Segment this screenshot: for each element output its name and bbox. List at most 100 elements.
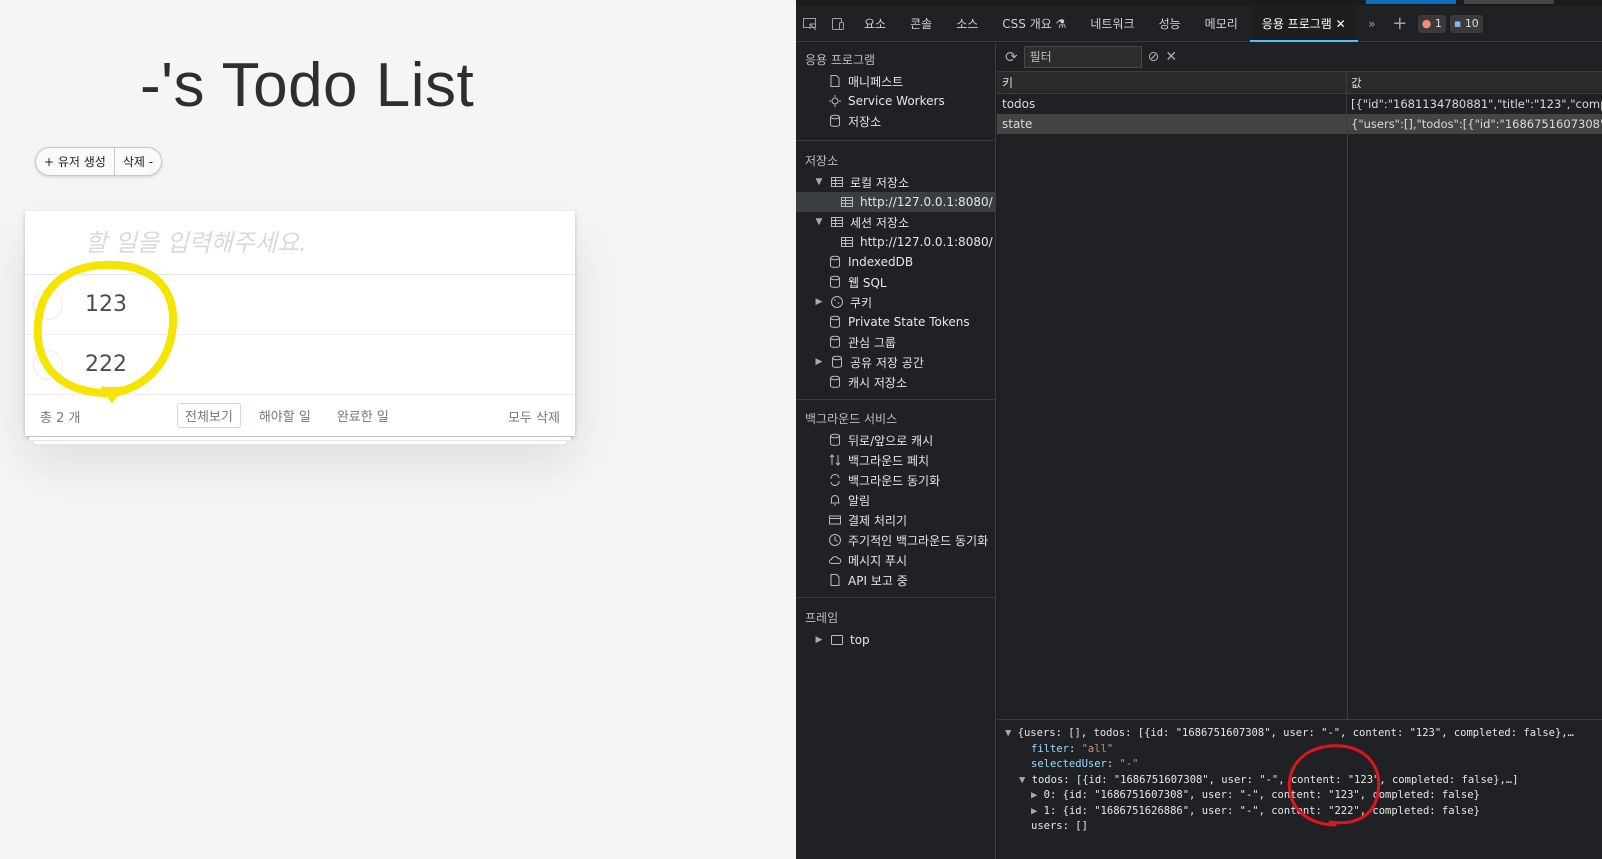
todo-toggle-checkbox[interactable] [33, 290, 63, 320]
preview-key: filter [1031, 742, 1069, 755]
sidebar-item-web-sql[interactable]: 웹 SQL [828, 272, 887, 292]
preview-value: "all" [1081, 742, 1114, 755]
sidebar-item-manifest[interactable]: 매니페스트 [828, 71, 903, 91]
create-user-button[interactable]: + 유저 생성 [36, 148, 114, 175]
sidebar-item-session-storage[interactable]: ▼ 세션 저장소 [814, 212, 909, 232]
filter-group: 전체보기 해야할 일 완료한 일 [177, 403, 397, 428]
tab-memory[interactable]: 메모리 [1193, 6, 1250, 42]
delete-user-button[interactable]: 삭제 - [115, 148, 161, 175]
tab-css-overview[interactable]: CSS 개요 ⚗ [990, 6, 1078, 42]
sidebar-item-background-sync[interactable]: 백그라운드 동기화 [828, 470, 940, 490]
filter-input[interactable] [1023, 46, 1142, 68]
row-value: {"users":[],"todos":[{"id":"168675160730… [1351, 117, 1602, 131]
sidebar-item-storage[interactable]: 저장소 [828, 111, 881, 131]
sidebar-item-label: 백그라운드 페치 [848, 453, 930, 468]
collapse-arrow-icon[interactable]: ▶ [814, 297, 824, 307]
window-tab-indicator [1464, 0, 1554, 4]
sidebar-item-cookies[interactable]: ▶ 쿠키 [814, 292, 873, 312]
filter-active[interactable]: 해야할 일 [251, 403, 319, 428]
sidebar-item-label: IndexedDB [848, 255, 914, 269]
sidebar-item-label: http://127.0.0.1:8080/ [860, 195, 993, 209]
add-tab-icon[interactable]: + [1386, 10, 1414, 38]
todo-app: -'s Todo List + 유저 생성 삭제 - 123 222 총 2 개… [0, 0, 796, 859]
database-icon [830, 433, 840, 446]
cookie-icon [831, 296, 843, 308]
clear-all-icon[interactable]: ⊘ [1148, 49, 1160, 65]
column-header-key[interactable]: 키 [997, 72, 1347, 93]
table-row[interactable]: state {"users":[],"todos":[{"id":"168675… [997, 114, 1602, 134]
preview-line: selectedUser: "-" [1031, 758, 1139, 770]
todo-count: 총 2 개 [40, 411, 81, 426]
filter-completed[interactable]: 완료한 일 [329, 403, 397, 428]
database-icon [832, 355, 842, 368]
tab-network[interactable]: 네트워크 [1078, 6, 1146, 42]
divider [796, 597, 996, 598]
preview-value: "-" [1119, 758, 1139, 770]
preview-line[interactable]: ▶ 0: {id: "1686751607308", user: "-", co… [997, 789, 1602, 805]
close-icon[interactable]: ✕ [1336, 17, 1346, 31]
table-row[interactable]: todos [{"id":"1681134780881","title":"12… [997, 94, 1602, 114]
message-count-badge[interactable]: ▪ 10 [1449, 14, 1483, 33]
sidebar-item-shared-storage[interactable]: ▶ 공유 저장 공간 [814, 352, 924, 372]
todo-item: 222 [25, 335, 575, 395]
inspect-element-icon[interactable] [796, 10, 824, 38]
collapse-arrow-icon[interactable]: ▶ [814, 635, 824, 645]
sidebar-item-background-fetch[interactable]: 백그라운드 페치 [828, 450, 929, 470]
devtools-panel: 요소 콘솔 소스 CSS 개요 ⚗ 네트워크 성능 메모리 응용 프로그램 ✕ … [796, 0, 1602, 859]
expand-arrow-icon[interactable]: ▼ [814, 177, 824, 187]
preview-line[interactable]: ▶ 1: {id: "1686751626886", user: "-", co… [997, 805, 1602, 821]
sidebar-item-frame-top[interactable]: ▶ top [814, 630, 870, 650]
filter-all[interactable]: 전체보기 [177, 403, 241, 428]
sidebar-item-notifications[interactable]: 알림 [828, 490, 870, 510]
delete-selected-icon[interactable]: ✕ [1165, 49, 1177, 65]
sync-icon [830, 474, 840, 486]
preview-line[interactable]: ▼ {users: [], todos: [{id: "168675160730… [997, 727, 1602, 743]
table-icon [831, 177, 843, 187]
collapse-arrow-icon[interactable]: ▶ [814, 357, 824, 367]
expand-arrow-icon[interactable]: ▼ [814, 217, 824, 227]
sidebar-item-periodic-background-sync[interactable]: 주기적인 백그라운드 동기화 [828, 530, 988, 550]
sidebar-item-label: 저장소 [848, 114, 882, 129]
sidebar-item-indexeddb[interactable]: IndexedDB [828, 252, 913, 272]
preview-users: users: [] [1031, 820, 1088, 832]
sidebar-section-application: 응용 프로그램 [805, 53, 876, 67]
sidebar-item-label: 쿠키 [850, 295, 873, 310]
tab-console[interactable]: 콘솔 [898, 6, 944, 42]
sidebar-item-label: 공유 저장 공간 [850, 355, 924, 370]
preview-line[interactable]: ▼ todos: [{id: "1686751607308", user: "-… [997, 774, 1602, 790]
sidebar-item-reporting-api[interactable]: API 보고 중 [828, 570, 908, 590]
clear-all-button[interactable]: 모두 삭제 [508, 407, 560, 426]
todo-toggle-checkbox[interactable] [33, 350, 63, 380]
sidebar-item-label: http://127.0.0.1:8080/ [860, 235, 993, 249]
table-icon [841, 237, 853, 247]
sidebar-item-cache-storage[interactable]: 캐시 저장소 [828, 372, 907, 392]
sidebar-item-service-workers[interactable]: Service Workers [828, 91, 945, 111]
sidebar-item-private-state-tokens[interactable]: Private State Tokens [828, 312, 970, 332]
card-stack-edge [33, 441, 567, 445]
sidebar-item-payment-handler[interactable]: 결제 처리기 [828, 510, 907, 530]
row-value: [{"id":"1681134780881","title":"123","co… [1351, 97, 1602, 111]
refresh-icon[interactable]: ⟳ [1005, 48, 1018, 66]
new-todo-input[interactable] [25, 211, 575, 275]
device-toolbar-icon[interactable] [824, 10, 852, 38]
sidebar-item-session-storage-origin[interactable]: http://127.0.0.1:8080/ [840, 232, 993, 252]
column-header-value[interactable]: 값 [1347, 72, 1602, 93]
message-icon: ▪ [1453, 17, 1462, 30]
sidebar-item-local-storage-origin[interactable]: http://127.0.0.1:8080/ [796, 192, 995, 212]
tab-sources[interactable]: 소스 [944, 6, 990, 42]
tab-elements[interactable]: 요소 [852, 6, 898, 42]
sidebar-item-push-messaging[interactable]: 메시지 푸시 [828, 550, 907, 570]
sidebar-item-label: 결제 처리기 [848, 513, 908, 528]
sidebar-section-background-services: 백그라운드 서비스 [805, 412, 898, 426]
preview-line: users: [] [997, 820, 1602, 836]
error-count-badge[interactable]: ● 1 [1417, 14, 1446, 33]
sidebar-item-local-storage[interactable]: ▼ 로컬 저장소 [814, 172, 909, 192]
sidebar-item-bfcache[interactable]: 뒤로/앞으로 캐시 [828, 430, 933, 450]
tab-performance[interactable]: 성능 [1147, 6, 1193, 42]
tab-application[interactable]: 응용 프로그램 ✕ [1249, 5, 1358, 42]
cloud-icon [829, 556, 842, 564]
sidebar-item-label: 알림 [848, 493, 871, 508]
more-tabs-icon[interactable]: » [1358, 10, 1386, 38]
sidebar-item-interest-groups[interactable]: 관심 그룹 [828, 332, 896, 352]
column-divider [1347, 134, 1348, 759]
